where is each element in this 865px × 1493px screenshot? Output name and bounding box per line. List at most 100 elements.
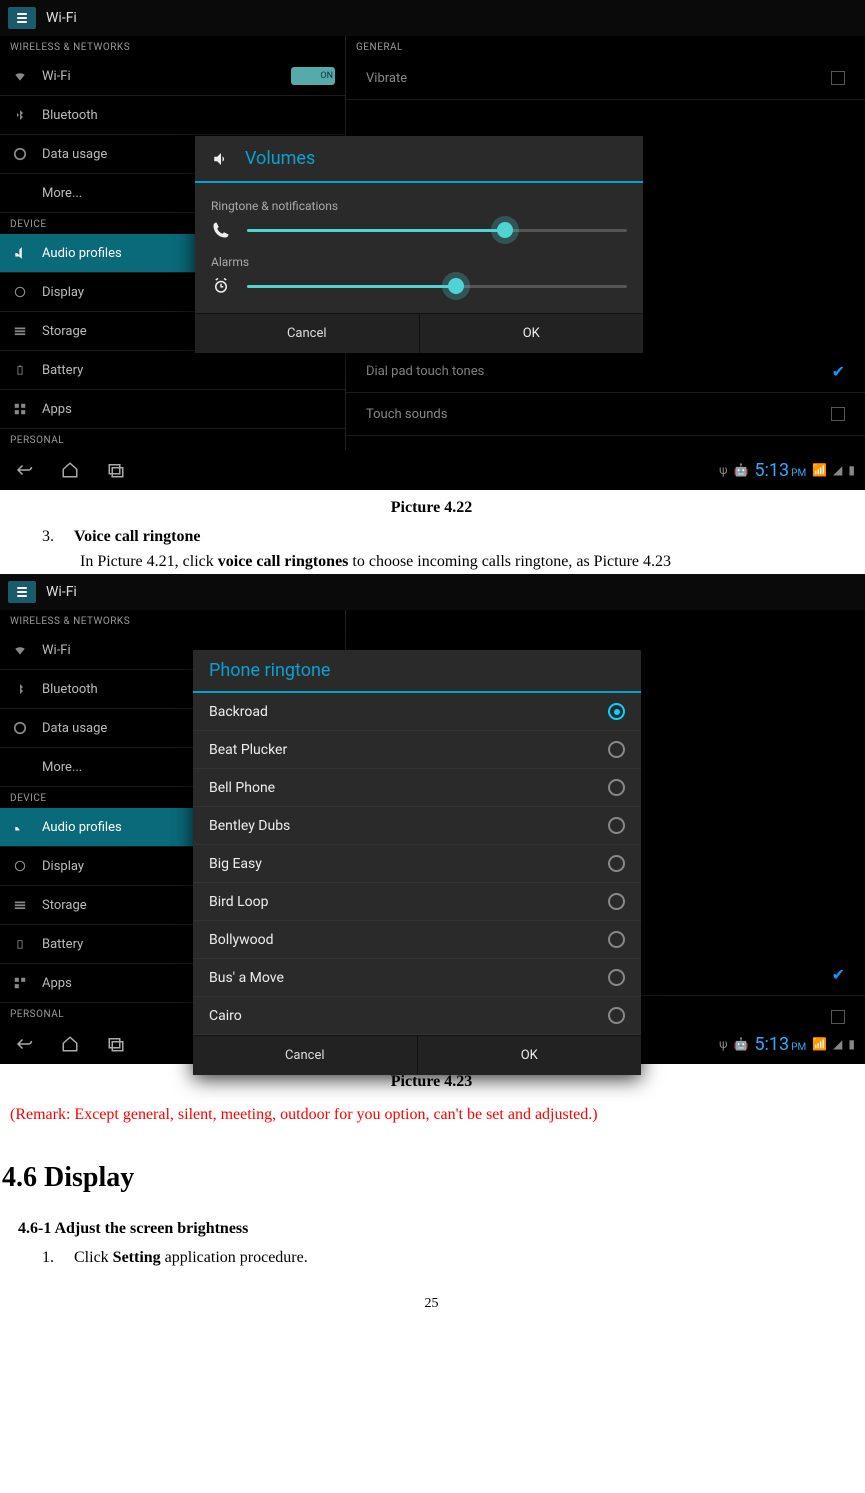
document-body-2: Picture 4.23 (Remark: Except general, si…	[0, 1070, 865, 1314]
volume-icon	[211, 149, 231, 169]
ringtone-list[interactable]: Backroad Beat Plucker Bell Phone Bentley…	[193, 693, 641, 1035]
battery-icon	[10, 934, 30, 954]
caption-4-22: Picture 4.22	[0, 496, 863, 521]
display-icon	[10, 856, 30, 876]
checkbox-unchecked-icon[interactable]	[831, 1010, 845, 1024]
page-number: 25	[0, 1293, 863, 1315]
slider-fill	[247, 229, 505, 232]
status-tray: ψ 🤖 5:13PM 📶 ◢ ▮	[719, 460, 855, 481]
section-wireless-networks: WIRELESS & NETWORKS	[0, 36, 345, 57]
recent-apps-icon[interactable]	[102, 1030, 130, 1058]
radio-icon[interactable]	[608, 969, 625, 986]
home-icon[interactable]	[56, 456, 84, 484]
dialog-buttons: Cancel OK	[193, 1035, 641, 1075]
screenshot-volumes: Wi-Fi WIRELESS & NETWORKS Wi-Fi ON Bluet…	[0, 0, 865, 490]
list-item-3-title: Voice call ringtone	[74, 528, 201, 545]
wifi-toggle[interactable]: ON	[291, 67, 335, 85]
phone-ringtone-dialog: Phone ringtone Backroad Beat Plucker Bel…	[193, 650, 641, 1075]
row-wifi[interactable]: Wi-Fi ON	[0, 57, 345, 96]
ok-button[interactable]: OK	[420, 314, 644, 353]
back-icon[interactable]	[10, 456, 38, 484]
dialog-header: Phone ringtone	[193, 650, 641, 693]
row-touch-sounds[interactable]: Touch sounds	[346, 393, 865, 436]
section-4-6-1-title: 4.6-1 Adjust the screen brightness	[18, 1217, 863, 1242]
phone-ring-icon	[211, 221, 231, 239]
battery-status-icon: ▮	[848, 1037, 855, 1051]
volumes-dialog: Volumes Ringtone & notifications Alarms	[195, 136, 643, 353]
radio-icon[interactable]	[608, 893, 625, 910]
row-battery-label: Battery	[42, 363, 83, 378]
row-bluetooth[interactable]: Bluetooth	[0, 96, 345, 135]
checkbox-unchecked-icon[interactable]	[831, 407, 845, 421]
alarms-slider[interactable]	[247, 285, 627, 288]
alarm-clock-icon	[211, 277, 231, 295]
recent-apps-icon[interactable]	[102, 456, 130, 484]
android-icon: 🤖	[733, 463, 748, 477]
ringtone-slider-label: Ringtone & notifications	[211, 199, 627, 213]
radio-icon[interactable]	[608, 779, 625, 796]
document-body: Picture 4.22 3. Voice call ringtone In P…	[0, 496, 865, 574]
bluetooth-icon	[10, 105, 30, 125]
row-apps-label: Apps	[42, 402, 72, 417]
ringtone-option[interactable]: Beat Plucker	[193, 731, 641, 769]
nav-left	[10, 456, 130, 484]
checkbox-checked-icon[interactable]: ✔	[832, 965, 845, 984]
radio-selected-icon[interactable]	[608, 703, 625, 720]
alarms-slider-label: Alarms	[211, 255, 627, 269]
apps-icon	[10, 399, 30, 419]
slider-thumb[interactable]	[448, 278, 464, 294]
nav-bar: ψ 🤖 5:13PM 📶 ◢ ▮	[0, 450, 865, 490]
dialog-header: Volumes	[195, 136, 643, 183]
storage-icon	[10, 895, 30, 915]
dialog-title: Volumes	[245, 148, 315, 169]
slider-fill	[247, 285, 456, 288]
cancel-button[interactable]: Cancel	[195, 314, 420, 353]
list-number: 3.	[42, 525, 70, 550]
ringtone-slider[interactable]	[247, 229, 627, 232]
row-touch-sounds-label: Touch sounds	[366, 407, 447, 422]
row-dial-pad-tones[interactable]: Dial pad touch tones ✔	[346, 350, 865, 393]
row-vibrate[interactable]: Vibrate	[346, 57, 865, 100]
row-data-usage-label: Data usage	[42, 147, 107, 162]
radio-icon[interactable]	[608, 1007, 625, 1024]
ringtone-option[interactable]: Backroad	[193, 693, 641, 731]
home-icon[interactable]	[56, 1030, 84, 1058]
ringtone-option[interactable]: Bird Loop	[193, 883, 641, 921]
radio-icon[interactable]	[608, 855, 625, 872]
clock: 5:13PM	[754, 1034, 806, 1055]
battery-status-icon: ▮	[848, 463, 855, 477]
radio-icon[interactable]	[608, 741, 625, 758]
checkbox-unchecked-icon[interactable]	[831, 71, 845, 85]
radio-icon[interactable]	[608, 931, 625, 948]
settings-app-icon	[8, 7, 36, 29]
row-apps[interactable]: Apps	[0, 390, 345, 429]
ringtone-option[interactable]: Big Easy	[193, 845, 641, 883]
section-4-6-title: 4.6 Display	[2, 1156, 863, 1199]
radio-icon[interactable]	[608, 817, 625, 834]
wifi-icon	[10, 66, 30, 86]
data-usage-icon	[10, 718, 30, 738]
cancel-button[interactable]: Cancel	[193, 1036, 418, 1075]
checkbox-checked-icon[interactable]: ✔	[832, 362, 845, 381]
slider-thumb[interactable]	[497, 222, 513, 238]
list-item-3: 3. Voice call ringtone	[42, 525, 863, 550]
ringtone-option[interactable]: Bentley Dubs	[193, 807, 641, 845]
row-battery[interactable]: Battery	[0, 351, 345, 390]
ringtone-option[interactable]: Bell Phone	[193, 769, 641, 807]
ringtone-slider-row	[211, 217, 627, 249]
row-audio-profiles-label: Audio profiles	[42, 246, 122, 261]
battery-icon	[10, 360, 30, 380]
dialog-buttons: Cancel OK	[195, 313, 643, 353]
bluetooth-icon	[10, 679, 30, 699]
storage-icon	[10, 321, 30, 341]
settings-app-icon	[8, 581, 36, 603]
ringtone-option[interactable]: Bollywood	[193, 921, 641, 959]
ringtone-option[interactable]: Bus' a Move	[193, 959, 641, 997]
row-more-label: More...	[42, 186, 82, 201]
ringtone-option[interactable]: Cairo	[193, 997, 641, 1035]
back-icon[interactable]	[10, 1030, 38, 1058]
remark-text: (Remark: Except general, silent, meeting…	[10, 1103, 853, 1128]
cell-signal-icon: ◢	[833, 463, 842, 477]
ok-button[interactable]: OK	[418, 1036, 642, 1075]
window-title: Wi-Fi	[46, 584, 77, 600]
